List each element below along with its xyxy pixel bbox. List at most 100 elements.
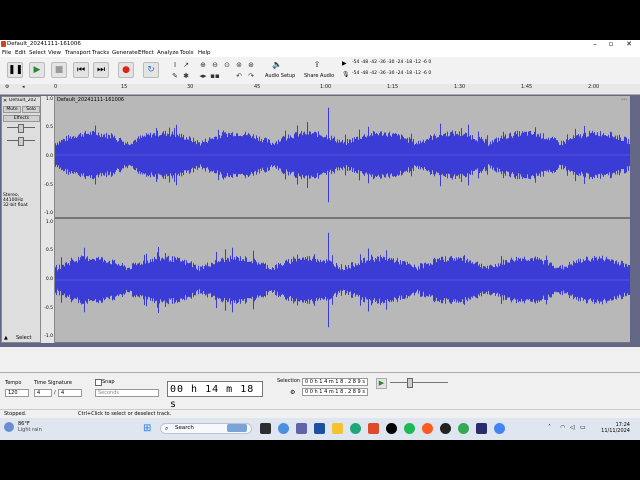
selection-settings-icon[interactable]: ⚙ [290,389,295,396]
toolbar: ❚❚ ▶ ■ ⏮ ⏭ ● ↻ I ↗ ✎ ✱ ⊕ ⊖ ⊙ ⊚ ⊛ ◂▸ ▪▪ ↶… [0,57,640,85]
collapse-track-icon[interactable]: ▲ [4,335,8,341]
windows-start-icon[interactable]: ⊞ [143,423,154,434]
zoom-out-icon[interactable]: ⊖ [210,60,220,70]
playback-speed-thumb[interactable] [407,378,413,388]
time-display[interactable]: 00 h 14 m 18 s [167,381,263,410]
menu-analyze[interactable]: Analyze [157,50,179,56]
battery-icon[interactable]: ▭ [580,424,586,431]
teams-icon[interactable] [296,423,307,434]
recording-meter[interactable]: 🎙 -54 -48 -42 -36 -30 -24 -18 -12 -6 0 [342,71,457,80]
chrome-profile-icon[interactable] [494,423,505,434]
track-format: Stereo, 44100Hz [3,193,24,203]
playback-meter-scale: -54 -48 -42 -36 -30 -24 -18 -12 -6 0 [352,60,432,65]
tempo-input[interactable]: 120 [5,389,29,397]
menu-edit[interactable]: Edit [15,50,26,56]
menu-help[interactable]: Help [198,50,211,56]
skip-start-button[interactable]: ⏮ [73,62,89,78]
undo-icon[interactable]: ↶ [234,71,244,81]
menu-effect[interactable]: Effect [138,50,154,56]
waveform-clip[interactable]: Default_20241111-161006 ⋯ [55,96,630,343]
weather-widget[interactable]: 86°F Light rain [18,421,42,433]
pause-button[interactable]: ❚❚ [7,62,23,78]
speaker-icon: 🔈 [272,60,282,69]
selection-label: Selection [277,378,301,384]
play-at-speed-button[interactable]: ▶ [376,378,387,389]
menu-transport[interactable]: Transport [65,50,91,56]
track-close-icon[interactable]: ✕ [3,98,7,104]
redo-icon[interactable]: ↷ [246,71,256,81]
track-info: Stereo, 44100Hz 32-bit float [3,193,40,208]
media-player-icon[interactable] [440,423,451,434]
playback-speed-slider[interactable] [390,382,448,383]
edge-icon[interactable] [350,423,361,434]
audacity-taskbar-icon[interactable] [476,423,487,434]
pan-slider-thumb[interactable] [18,137,24,146]
selection-end-input[interactable]: 0 0 h 1 4 m 1 8 . 2 8 9 s [302,388,368,396]
effects-button[interactable]: Effects [3,115,40,122]
playback-meter[interactable]: ▶ -54 -48 -42 -36 -30 -24 -18 -12 -6 0 [342,60,457,69]
record-button[interactable]: ● [118,62,134,78]
scale-label: 1.0 [45,97,53,102]
audio-setup-button[interactable]: Audio Setup [265,73,295,79]
snap-unit-select[interactable]: Seconds [95,389,159,397]
close-icon[interactable]: ✕ [620,40,638,49]
stop-button[interactable]: ■ [51,62,67,78]
weather-icon[interactable] [4,422,14,432]
tray-chevron-icon[interactable]: ˄ [548,424,551,431]
zoom-toggle-icon[interactable]: ⊛ [246,60,256,70]
trim-icon[interactable]: ◂▸ [198,71,208,81]
status-hint: Ctrl+Click to select or deselect track. [78,411,172,417]
play-button[interactable]: ▶ [29,62,45,78]
mute-button[interactable]: Mute [3,106,21,113]
volume-icon[interactable]: ◁ [570,424,575,431]
record-icon: ● [122,65,130,75]
wifi-icon[interactable]: ◠ [560,424,565,431]
menu-tools[interactable]: Tools [180,50,194,56]
file-explorer-icon[interactable] [332,423,343,434]
silence-icon[interactable]: ▪▪ [210,71,220,81]
envelope-tool-icon[interactable]: ↗ [181,60,191,70]
timeline-menu-icon[interactable]: ⚙ [5,84,9,90]
zoom-in-icon[interactable]: ⊕ [198,60,208,70]
selection-start-input[interactable]: 0 0 h 1 4 m 1 8 . 2 8 9 s [302,378,368,386]
time-signature-denominator[interactable]: 4 [58,389,82,397]
clip-menu-icon[interactable]: ⋯ [621,96,627,103]
clip-name[interactable]: Default_20241111-161006 [57,97,124,103]
firefox-icon[interactable] [422,423,433,434]
app-icon[interactable] [368,423,379,434]
tempo-label: Tempo [5,380,22,386]
time-signature-numerator[interactable]: 4 [34,389,52,397]
chrome-icon[interactable] [458,423,469,434]
menu-file[interactable]: File [2,50,11,56]
tiktok-icon[interactable] [386,423,397,434]
select-track-button[interactable]: Select [16,335,31,341]
zoom-selection-icon[interactable]: ⊙ [222,60,232,70]
menu-generate[interactable]: Generate [112,50,138,56]
selection-tool-icon[interactable]: I [170,60,180,70]
timeline-ruler[interactable]: ⚙ ◂ 0 15 30 45 1:00 1:15 1:30 1:45 2:00 [0,84,640,95]
taskbar-search[interactable]: ⌕ Search [160,423,252,434]
draw-tool-icon[interactable]: ✎ [170,71,180,81]
system-clock[interactable]: 17:24 11/11/2024 [594,422,630,434]
track-name[interactable]: Default_202 [9,98,37,104]
timeline-collapse-icon[interactable]: ◂ [22,84,25,90]
outlook-icon[interactable] [314,423,325,434]
skip-end-button[interactable]: ⏭ [93,62,109,78]
zoom-fit-icon[interactable]: ⊚ [234,60,244,70]
gain-slider-thumb[interactable] [18,124,24,133]
spotify-icon[interactable] [404,423,415,434]
menu-view[interactable]: View [48,50,61,56]
loop-button[interactable]: ↻ [143,62,159,78]
multi-tool-icon[interactable]: ✱ [181,71,191,81]
task-view-icon[interactable] [260,423,271,434]
solo-button[interactable]: Solo [22,106,40,113]
ruler-tick: 30 [187,84,194,90]
ruler-tick: 1:30 [454,84,466,90]
menu-tracks[interactable]: Tracks [92,50,109,56]
share-audio-button[interactable]: Share Audio [304,73,334,79]
copilot-icon[interactable] [278,423,289,434]
ruler-tick: 2:00 [588,84,600,90]
maximize-icon[interactable]: ▫ [602,40,620,49]
snap-checkbox[interactable] [95,379,102,386]
menu-select[interactable]: Select [29,50,46,56]
